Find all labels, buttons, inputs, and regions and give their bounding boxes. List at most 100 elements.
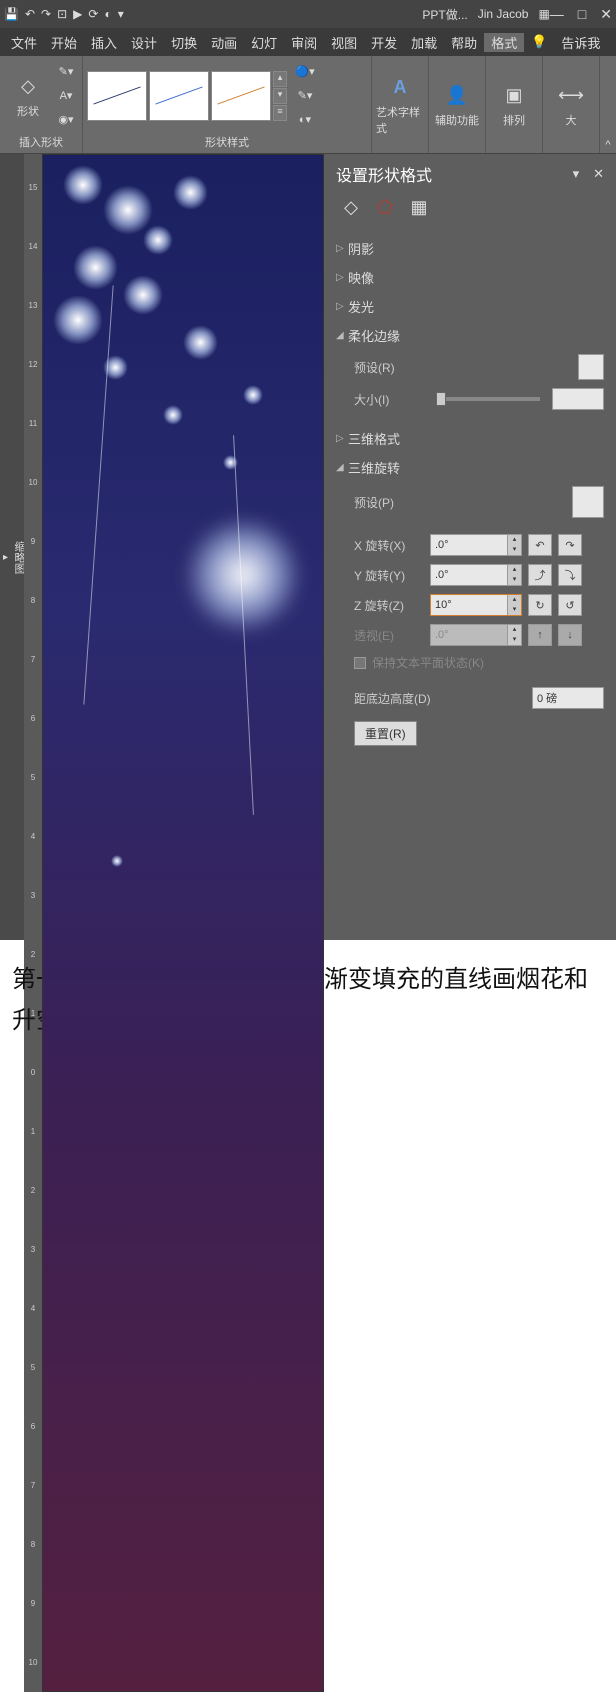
y-rot-down-icon[interactable]: ⤵ <box>558 564 582 586</box>
menu-transition[interactable]: 切换 <box>164 33 204 52</box>
spin-down-icon[interactable]: ▾ <box>507 605 521 615</box>
prop-soft-edges[interactable]: ◢柔化边缘 <box>336 321 604 350</box>
menu-view[interactable]: 视图 <box>324 33 364 52</box>
shape-fill-icon[interactable]: 🔵▾ <box>293 61 317 83</box>
ribbon-shape-styles: ▴ ▾ ≡ 🔵▾ ✎▾ ◐▾ 形状样式 <box>83 56 372 153</box>
menu-tellme[interactable]: 告诉我 <box>554 33 607 52</box>
ribbon-accessibility: 👤辅助功能 <box>429 56 486 153</box>
z-rot-cw-icon[interactable]: ↻ <box>528 594 552 616</box>
tellme-icon[interactable]: 💡 <box>524 34 554 50</box>
prop-3d-format[interactable]: ▷三维格式 <box>336 424 604 453</box>
qat-icon-1[interactable]: ⊡ <box>57 7 67 21</box>
qat-icon-4[interactable]: ◐ <box>104 7 111 21</box>
style-gallery[interactable] <box>87 71 271 121</box>
menu-help[interactable]: 帮助 <box>444 33 484 52</box>
gallery-up-icon[interactable]: ▴ <box>273 71 287 87</box>
spin-up-icon[interactable]: ▴ <box>507 565 521 575</box>
style-thumb-2[interactable] <box>149 71 209 121</box>
collapse-icon: ◢ <box>336 462 348 473</box>
persp-narrow-icon: ↑ <box>528 624 552 646</box>
doc-title: PPT做... <box>422 6 467 23</box>
qat-more-icon[interactable]: ▾ <box>118 7 124 21</box>
wordart-button[interactable]: A艺术字样式 <box>376 72 424 138</box>
merge-icon[interactable]: ◉▾ <box>54 109 78 131</box>
menu-animation[interactable]: 动画 <box>204 33 244 52</box>
textbox-icon[interactable]: A▾ <box>54 85 78 107</box>
style-thumb-3[interactable] <box>211 71 271 121</box>
panel-close-icon[interactable]: ✕ <box>593 166 604 182</box>
distance-label: 距底边高度(D) <box>354 690 454 707</box>
menu-dev[interactable]: 开发 <box>364 33 404 52</box>
x-rot-left-icon[interactable]: ↶ <box>528 534 552 556</box>
ribbon-collapse-icon[interactable]: ^ <box>600 56 616 153</box>
effects-tab-icon[interactable]: ⬠ <box>374 196 396 218</box>
panel-dropdown-icon[interactable]: ▾ <box>573 166 580 182</box>
y-rot-spinner[interactable]: .0°▴▾ <box>430 564 522 586</box>
distance-spinner[interactable]: 0 磅 <box>532 687 604 709</box>
reset-button[interactable]: 重置(R) <box>354 721 417 746</box>
menu-slideshow[interactable]: 幻灯 <box>244 33 284 52</box>
panel-title: 设置形状格式 <box>336 162 573 186</box>
z-rot-spinner[interactable]: 10°▴▾ <box>430 594 522 616</box>
perspective-spinner: .0°▴▾ <box>430 624 522 646</box>
ribbon-arrange: ▣排列 <box>486 56 543 153</box>
shape-outline-icon[interactable]: ✎▾ <box>293 85 317 107</box>
maximize-icon[interactable]: □ <box>578 6 586 23</box>
slider-thumb[interactable] <box>436 392 446 406</box>
style-thumb-1[interactable] <box>87 71 147 121</box>
thumbnails-tab[interactable]: ▸ 缩略图 <box>0 154 24 940</box>
menu-home[interactable]: 开始 <box>44 33 84 52</box>
size-slider[interactable] <box>436 397 540 401</box>
expand-icon: ▷ <box>336 243 348 254</box>
wordart-icon: A <box>386 73 414 101</box>
menu-format[interactable]: 格式 <box>484 33 524 52</box>
prop-reflection[interactable]: ▷映像 <box>336 263 604 292</box>
save-icon[interactable]: 💾 <box>4 7 19 21</box>
workspace: ▸ 缩略图 8 · 7 · 6 · 5 · 4 · 3 · 2 · 1 · 0 … <box>0 154 616 940</box>
prop-glow[interactable]: ▷发光 <box>336 292 604 321</box>
soft-edges-preset-button[interactable] <box>578 354 604 380</box>
spin-up-icon[interactable]: ▴ <box>507 595 521 605</box>
close-icon[interactable]: ✕ <box>600 6 612 23</box>
rotation-preset-button[interactable] <box>572 486 604 518</box>
spin-down-icon[interactable]: ▾ <box>507 545 521 555</box>
expand-icon: ▷ <box>336 272 348 283</box>
keep-flat-checkbox[interactable] <box>354 657 366 669</box>
titlebar: 💾 ↶ ↷ ⊡ ▶ ⟳ ◐ ▾ PPT做... Jin Jacob ▦ — □ … <box>0 0 616 28</box>
menu-file[interactable]: 文件 <box>4 33 44 52</box>
qat-icon-3[interactable]: ⟳ <box>88 7 98 21</box>
shape-button[interactable]: ◇ 形状 <box>4 63 52 129</box>
minimize-icon[interactable]: — <box>550 6 564 23</box>
z-rot-ccw-icon[interactable]: ↺ <box>558 594 582 616</box>
y-rot-up-icon[interactable]: ⤴ <box>528 564 552 586</box>
size-button[interactable]: ⟷大 <box>547 72 595 138</box>
edit-shape-icon[interactable]: ✎▾ <box>54 61 78 83</box>
display-opts-icon[interactable]: ▦ <box>538 7 549 21</box>
size-spinner[interactable] <box>552 388 604 410</box>
x-rot-right-icon[interactable]: ↷ <box>558 534 582 556</box>
undo-icon[interactable]: ↶ <box>25 7 35 21</box>
user-name: Jin Jacob <box>478 7 529 21</box>
x-rot-spinner[interactable]: .0°▴▾ <box>430 534 522 556</box>
preset-r-label: 预设(R) <box>354 359 424 376</box>
menu-review[interactable]: 审阅 <box>284 33 324 52</box>
redo-icon[interactable]: ↷ <box>41 7 51 21</box>
ruler-vertical: 151413121110987654321012345678910 <box>24 154 42 1692</box>
menu-insert[interactable]: 插入 <box>84 33 124 52</box>
slide-canvas[interactable] <box>42 154 324 1692</box>
gallery-more-icon[interactable]: ≡ <box>273 105 287 121</box>
menu-design[interactable]: 设计 <box>124 33 164 52</box>
size-props-tab-icon[interactable]: ▦ <box>408 196 430 218</box>
prop-3d-rotation[interactable]: ◢三维旋转 <box>336 453 604 482</box>
accessibility-button[interactable]: 👤辅助功能 <box>433 72 481 138</box>
gallery-down-icon[interactable]: ▾ <box>273 88 287 104</box>
spin-down-icon[interactable]: ▾ <box>507 575 521 585</box>
spin-up-icon[interactable]: ▴ <box>507 535 521 545</box>
fill-line-tab-icon[interactable]: ◇ <box>340 196 362 218</box>
prop-shadow[interactable]: ▷阴影 <box>336 234 604 263</box>
qat-icon-2[interactable]: ▶ <box>73 7 82 21</box>
shape-effects-icon[interactable]: ◐▾ <box>293 109 317 131</box>
menu-addin[interactable]: 加载 <box>404 33 444 52</box>
arrange-button[interactable]: ▣排列 <box>490 72 538 138</box>
ribbon-size: ⟷大 <box>543 56 600 153</box>
